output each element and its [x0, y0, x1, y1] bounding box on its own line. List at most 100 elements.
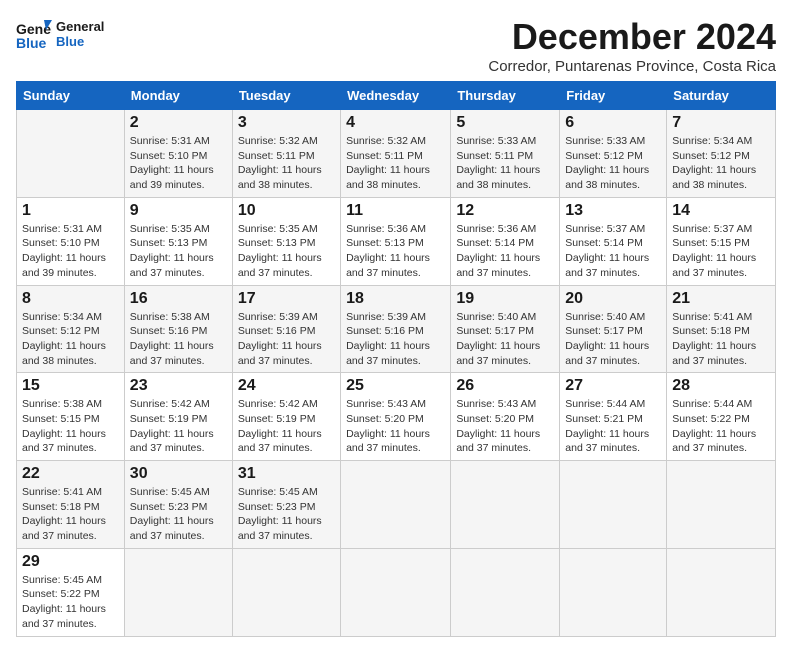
header-thursday: Thursday	[451, 82, 560, 110]
day-info: Sunrise: 5:38 AMSunset: 5:16 PMDaylight:…	[130, 310, 227, 369]
day-info: Sunrise: 5:33 AMSunset: 5:12 PMDaylight:…	[565, 134, 661, 193]
day-number: 27	[565, 377, 661, 395]
day-number: 10	[238, 202, 335, 220]
day-number: 25	[346, 377, 445, 395]
list-item: 14 Sunrise: 5:37 AMSunset: 5:15 PMDaylig…	[667, 197, 776, 285]
list-item: 2 Sunrise: 5:31 AMSunset: 5:10 PMDayligh…	[124, 110, 232, 198]
day-info: Sunrise: 5:45 AMSunset: 5:22 PMDaylight:…	[22, 573, 119, 632]
day-number: 7	[672, 114, 770, 132]
list-item: 12 Sunrise: 5:36 AMSunset: 5:14 PMDaylig…	[451, 197, 560, 285]
list-item	[451, 548, 560, 636]
header-sunday: Sunday	[17, 82, 125, 110]
list-item: 7 Sunrise: 5:34 AMSunset: 5:12 PMDayligh…	[667, 110, 776, 198]
day-number: 3	[238, 114, 335, 132]
day-number: 21	[672, 290, 770, 308]
day-info: Sunrise: 5:35 AMSunset: 5:13 PMDaylight:…	[238, 222, 335, 281]
day-info: Sunrise: 5:31 AMSunset: 5:10 PMDaylight:…	[22, 222, 119, 281]
day-number: 24	[238, 377, 335, 395]
list-item: 6 Sunrise: 5:33 AMSunset: 5:12 PMDayligh…	[560, 110, 667, 198]
table-row: 1 Sunrise: 5:31 AMSunset: 5:10 PMDayligh…	[17, 197, 776, 285]
logo: General Blue General Blue	[16, 16, 104, 52]
day-info: Sunrise: 5:45 AMSunset: 5:23 PMDaylight:…	[238, 485, 335, 544]
day-info: Sunrise: 5:44 AMSunset: 5:22 PMDaylight:…	[672, 397, 770, 456]
day-info: Sunrise: 5:41 AMSunset: 5:18 PMDaylight:…	[22, 485, 119, 544]
month-title: December 2024	[488, 16, 776, 58]
day-info: Sunrise: 5:39 AMSunset: 5:16 PMDaylight:…	[346, 310, 445, 369]
day-info: Sunrise: 5:42 AMSunset: 5:19 PMDaylight:…	[130, 397, 227, 456]
day-info: Sunrise: 5:41 AMSunset: 5:18 PMDaylight:…	[672, 310, 770, 369]
day-info: Sunrise: 5:33 AMSunset: 5:11 PMDaylight:…	[456, 134, 554, 193]
day-info: Sunrise: 5:45 AMSunset: 5:23 PMDaylight:…	[130, 485, 227, 544]
table-row: 15 Sunrise: 5:38 AMSunset: 5:15 PMDaylig…	[17, 373, 776, 461]
day-number: 12	[456, 202, 554, 220]
logo-icon: General Blue	[16, 16, 52, 52]
list-item	[667, 548, 776, 636]
day-number: 16	[130, 290, 227, 308]
header-friday: Friday	[560, 82, 667, 110]
day-info: Sunrise: 5:38 AMSunset: 5:15 PMDaylight:…	[22, 397, 119, 456]
list-item: 3 Sunrise: 5:32 AMSunset: 5:11 PMDayligh…	[232, 110, 340, 198]
table-row: 22 Sunrise: 5:41 AMSunset: 5:18 PMDaylig…	[17, 461, 776, 549]
day-number: 28	[672, 377, 770, 395]
list-item	[232, 548, 340, 636]
list-item: 22 Sunrise: 5:41 AMSunset: 5:18 PMDaylig…	[17, 461, 125, 549]
day-info: Sunrise: 5:42 AMSunset: 5:19 PMDaylight:…	[238, 397, 335, 456]
list-item: 26 Sunrise: 5:43 AMSunset: 5:20 PMDaylig…	[451, 373, 560, 461]
day-info: Sunrise: 5:44 AMSunset: 5:21 PMDaylight:…	[565, 397, 661, 456]
list-item: 18 Sunrise: 5:39 AMSunset: 5:16 PMDaylig…	[341, 285, 451, 373]
day-number: 23	[130, 377, 227, 395]
list-item: 5 Sunrise: 5:33 AMSunset: 5:11 PMDayligh…	[451, 110, 560, 198]
list-item: 31 Sunrise: 5:45 AMSunset: 5:23 PMDaylig…	[232, 461, 340, 549]
day-number: 20	[565, 290, 661, 308]
day-number: 31	[238, 465, 335, 483]
list-item	[560, 461, 667, 549]
list-item	[341, 461, 451, 549]
list-item	[451, 461, 560, 549]
day-number: 2	[130, 114, 227, 132]
day-info: Sunrise: 5:34 AMSunset: 5:12 PMDaylight:…	[22, 310, 119, 369]
day-number: 17	[238, 290, 335, 308]
day-number: 19	[456, 290, 554, 308]
day-number: 18	[346, 290, 445, 308]
calendar-table: Sunday Monday Tuesday Wednesday Thursday…	[16, 81, 776, 637]
table-row: 29 Sunrise: 5:45 AMSunset: 5:22 PMDaylig…	[17, 548, 776, 636]
list-item: 28 Sunrise: 5:44 AMSunset: 5:22 PMDaylig…	[667, 373, 776, 461]
header-row: Sunday Monday Tuesday Wednesday Thursday…	[17, 82, 776, 110]
list-item: 11 Sunrise: 5:36 AMSunset: 5:13 PMDaylig…	[341, 197, 451, 285]
day-number: 4	[346, 114, 445, 132]
day-number: 8	[22, 290, 119, 308]
day-info: Sunrise: 5:43 AMSunset: 5:20 PMDaylight:…	[456, 397, 554, 456]
list-item: 1 Sunrise: 5:31 AMSunset: 5:10 PMDayligh…	[17, 197, 125, 285]
day-number: 22	[22, 465, 119, 483]
day-number: 11	[346, 202, 445, 220]
day-number: 14	[672, 202, 770, 220]
list-item: 17 Sunrise: 5:39 AMSunset: 5:16 PMDaylig…	[232, 285, 340, 373]
page-header: General Blue General Blue December 2024 …	[16, 16, 776, 75]
day-info: Sunrise: 5:36 AMSunset: 5:14 PMDaylight:…	[456, 222, 554, 281]
day-number: 1	[22, 202, 119, 220]
day-number: 5	[456, 114, 554, 132]
day-info: Sunrise: 5:40 AMSunset: 5:17 PMDaylight:…	[565, 310, 661, 369]
day-info: Sunrise: 5:32 AMSunset: 5:11 PMDaylight:…	[346, 134, 445, 193]
list-item	[17, 110, 125, 198]
header-saturday: Saturday	[667, 82, 776, 110]
list-item: 13 Sunrise: 5:37 AMSunset: 5:14 PMDaylig…	[560, 197, 667, 285]
day-number: 6	[565, 114, 661, 132]
table-row: 8 Sunrise: 5:34 AMSunset: 5:12 PMDayligh…	[17, 285, 776, 373]
svg-text:Blue: Blue	[16, 35, 47, 51]
list-item	[124, 548, 232, 636]
list-item	[341, 548, 451, 636]
table-row: 2 Sunrise: 5:31 AMSunset: 5:10 PMDayligh…	[17, 110, 776, 198]
list-item: 4 Sunrise: 5:32 AMSunset: 5:11 PMDayligh…	[341, 110, 451, 198]
day-info: Sunrise: 5:43 AMSunset: 5:20 PMDaylight:…	[346, 397, 445, 456]
day-info: Sunrise: 5:39 AMSunset: 5:16 PMDaylight:…	[238, 310, 335, 369]
list-item	[560, 548, 667, 636]
list-item: 25 Sunrise: 5:43 AMSunset: 5:20 PMDaylig…	[341, 373, 451, 461]
day-number: 26	[456, 377, 554, 395]
location-subtitle: Corredor, Puntarenas Province, Costa Ric…	[488, 58, 776, 75]
list-item: 10 Sunrise: 5:35 AMSunset: 5:13 PMDaylig…	[232, 197, 340, 285]
header-monday: Monday	[124, 82, 232, 110]
day-number: 13	[565, 202, 661, 220]
day-info: Sunrise: 5:32 AMSunset: 5:11 PMDaylight:…	[238, 134, 335, 193]
list-item: 15 Sunrise: 5:38 AMSunset: 5:15 PMDaylig…	[17, 373, 125, 461]
